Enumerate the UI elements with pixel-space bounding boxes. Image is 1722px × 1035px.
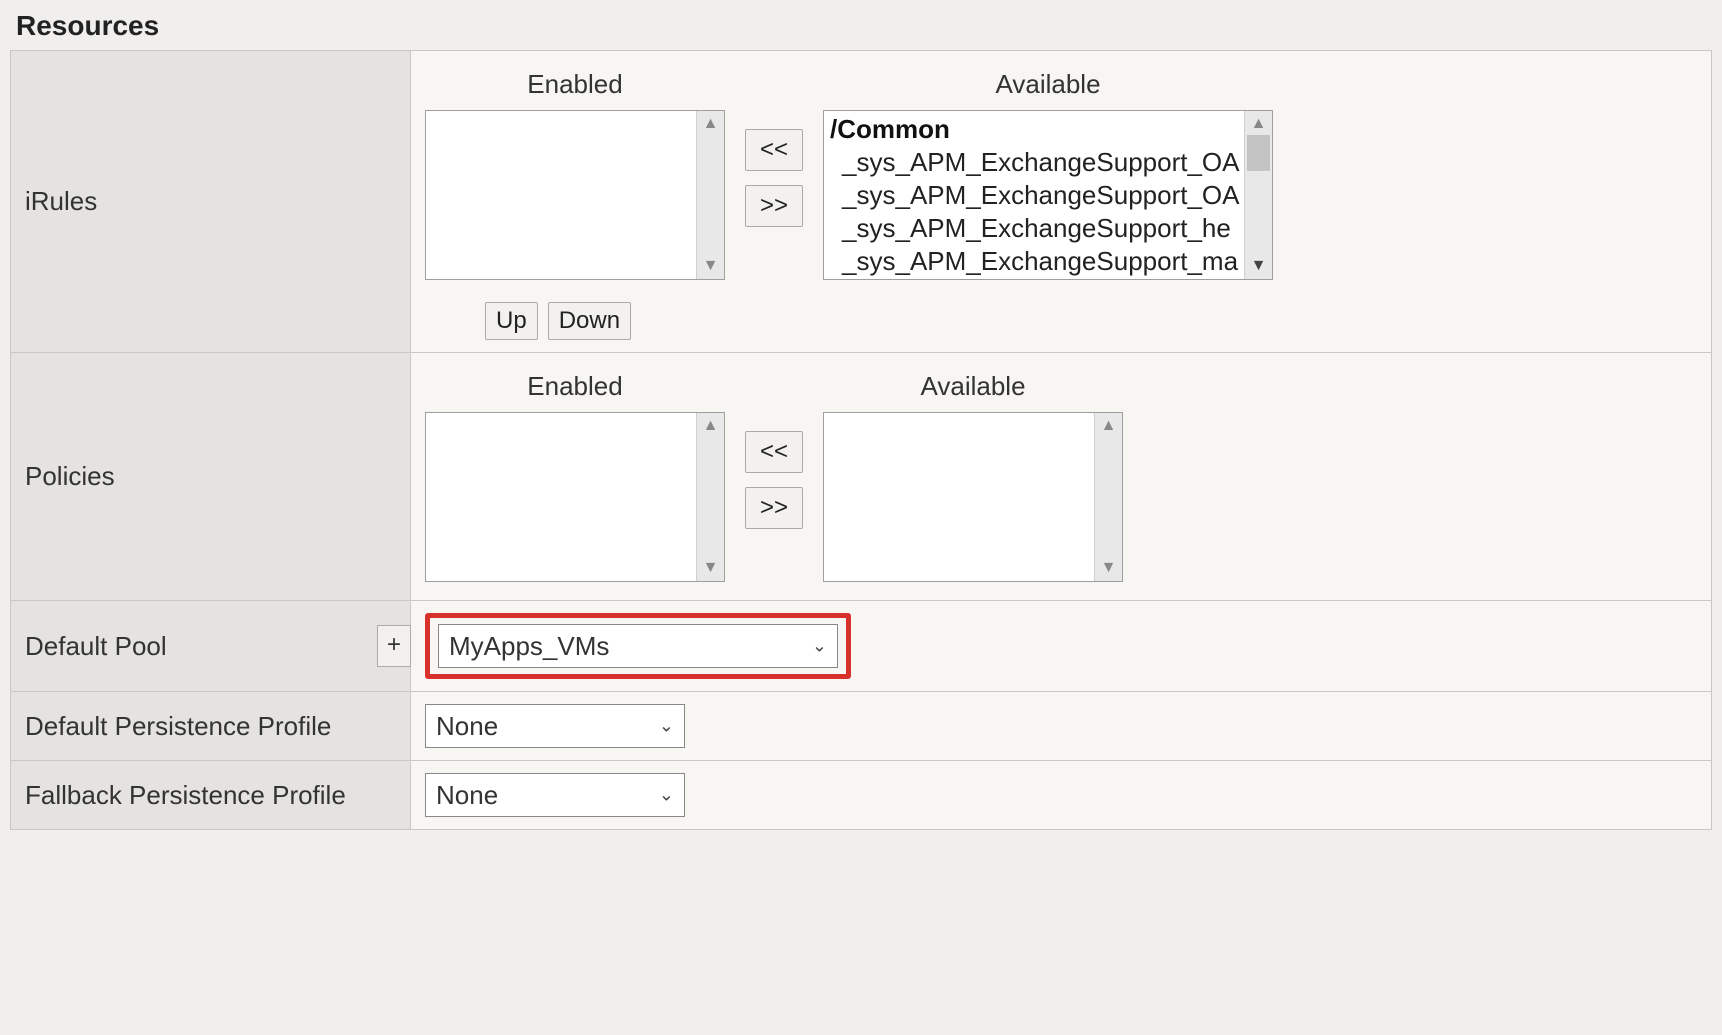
default-pool-selected-value: MyApps_VMs (449, 631, 609, 662)
irules-group-header: /Common (828, 113, 1268, 146)
scrollbar[interactable]: ▲ ▼ (1244, 111, 1272, 279)
add-pool-button[interactable]: + (377, 625, 411, 667)
chevron-down-icon: ⌄ (659, 716, 674, 737)
scrollbar-thumb[interactable] (1247, 135, 1270, 171)
resources-table: iRules Enabled ▲ ▼ (10, 50, 1712, 830)
irules-enabled-column: Enabled ▲ ▼ (425, 69, 725, 280)
fallback-persistence-label: Fallback Persistence Profile (11, 761, 411, 830)
default-pool-highlight: MyApps_VMs ⌄ (425, 613, 851, 679)
fallback-persistence-selected-value: None (436, 780, 498, 811)
chevron-down-icon: ⌄ (812, 636, 827, 657)
default-persistence-content: None ⌄ (411, 692, 1712, 761)
default-persistence-row: Default Persistence Profile None ⌄ (11, 692, 1712, 761)
policies-enabled-column: Enabled ▲ ▼ (425, 371, 725, 582)
irules-label: iRules (11, 51, 411, 353)
policies-content: Enabled ▲ ▼ << >> (411, 353, 1712, 601)
default-persistence-label: Default Persistence Profile (11, 692, 411, 761)
move-right-button[interactable]: >> (745, 185, 803, 227)
irules-enabled-header: Enabled (527, 69, 622, 100)
scrollbar[interactable]: ▲ ▼ (1094, 413, 1122, 581)
irules-content: Enabled ▲ ▼ << >> (411, 51, 1712, 353)
chevron-down-icon: ⌄ (659, 785, 674, 806)
policies-enabled-listbox[interactable]: ▲ ▼ (425, 412, 725, 582)
list-item[interactable]: _sys_APM_ExchangeSupport_ma (828, 245, 1268, 278)
list-item[interactable]: _sys_APM_ExchangeSupport_he (828, 212, 1268, 245)
scrollbar[interactable]: ▲ ▼ (696, 111, 724, 279)
irules-order-buttons: Up Down (485, 302, 1697, 340)
resources-section-title: Resources (10, 10, 1712, 42)
irules-available-column: Available /Common _sys_APM_ExchangeSuppo… (823, 69, 1273, 280)
scrollbar[interactable]: ▲ ▼ (696, 413, 724, 581)
irules-available-listbox[interactable]: /Common _sys_APM_ExchangeSupport_OA _sys… (823, 110, 1273, 280)
scroll-up-icon[interactable]: ▲ (1095, 413, 1122, 439)
move-left-button[interactable]: << (745, 129, 803, 171)
move-left-button[interactable]: << (745, 431, 803, 473)
scroll-down-icon[interactable]: ▼ (1245, 253, 1272, 279)
move-right-button[interactable]: >> (745, 487, 803, 529)
irules-dual-list: Enabled ▲ ▼ << >> (425, 63, 1697, 286)
default-persistence-select[interactable]: None ⌄ (425, 704, 685, 748)
resources-section: Resources iRules Enabled ▲ ▼ (10, 10, 1712, 830)
policies-available-listbox[interactable]: ▲ ▼ (823, 412, 1123, 582)
policies-row: Policies Enabled ▲ ▼ << (11, 353, 1712, 601)
scroll-down-icon[interactable]: ▼ (1095, 555, 1122, 581)
policies-move-buttons: << >> (745, 431, 803, 529)
scroll-down-icon[interactable]: ▼ (697, 555, 724, 581)
default-pool-row: Default Pool + MyApps_VMs ⌄ (11, 601, 1712, 692)
policies-available-header: Available (921, 371, 1026, 402)
list-item[interactable]: _sys_APM_ExchangeSupport_OA (828, 179, 1268, 212)
irules-available-header: Available (996, 69, 1101, 100)
fallback-persistence-content: None ⌄ (411, 761, 1712, 830)
default-pool-content: MyApps_VMs ⌄ (411, 601, 1712, 692)
default-pool-select-row: MyApps_VMs ⌄ (425, 613, 1697, 679)
policies-enabled-header: Enabled (527, 371, 622, 402)
fallback-persistence-select[interactable]: None ⌄ (425, 773, 685, 817)
policies-available-column: Available ▲ ▼ (823, 371, 1123, 582)
policies-dual-list: Enabled ▲ ▼ << >> (425, 365, 1697, 588)
default-persistence-selected-value: None (436, 711, 498, 742)
irules-row: iRules Enabled ▲ ▼ (11, 51, 1712, 353)
default-pool-select[interactable]: MyApps_VMs ⌄ (438, 624, 838, 668)
list-item[interactable]: _sys_APM_ExchangeSupport_OA (828, 146, 1268, 179)
scroll-up-icon[interactable]: ▲ (1245, 111, 1272, 137)
irules-enabled-listbox[interactable]: ▲ ▼ (425, 110, 725, 280)
irules-move-buttons: << >> (745, 129, 803, 227)
policies-label: Policies (11, 353, 411, 601)
down-button[interactable]: Down (548, 302, 631, 340)
scroll-up-icon[interactable]: ▲ (697, 111, 724, 137)
up-button[interactable]: Up (485, 302, 538, 340)
fallback-persistence-row: Fallback Persistence Profile None ⌄ (11, 761, 1712, 830)
scroll-down-icon[interactable]: ▼ (697, 253, 724, 279)
default-pool-label: Default Pool + (11, 601, 411, 692)
scroll-up-icon[interactable]: ▲ (697, 413, 724, 439)
